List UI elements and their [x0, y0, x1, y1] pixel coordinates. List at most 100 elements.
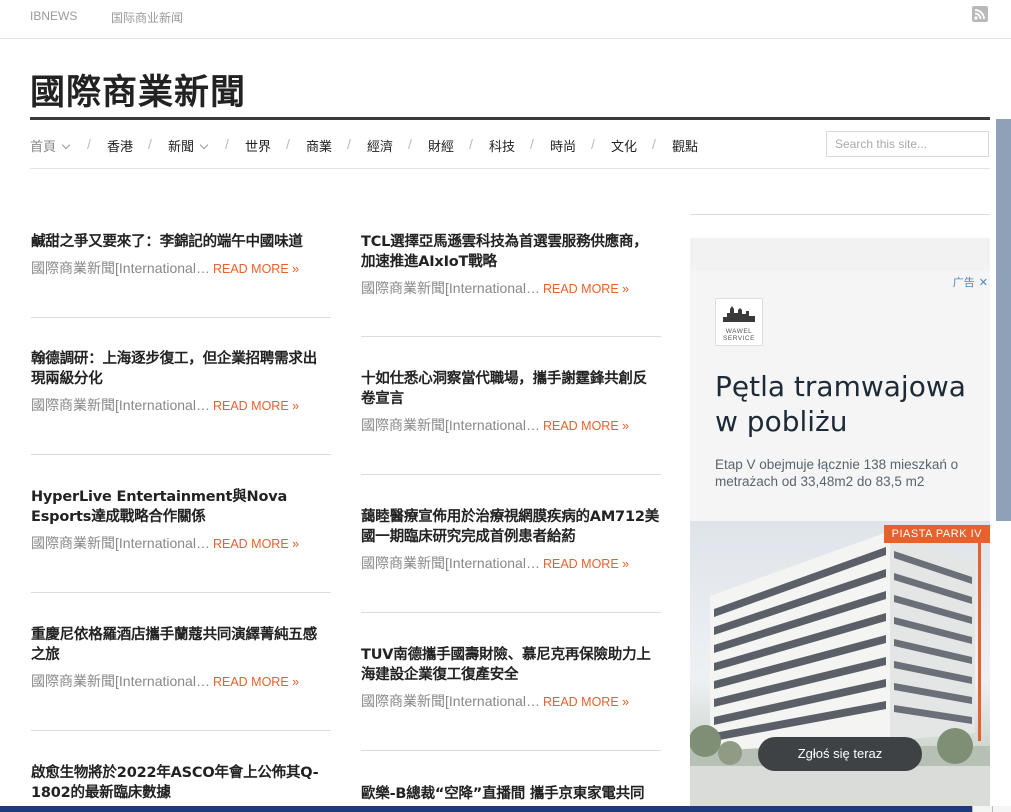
- post-title[interactable]: TUV南德攜手國壽財險、慕尼克再保險助力上海建設企業復工復產安全: [361, 645, 661, 685]
- read-more-link[interactable]: READ MORE »: [543, 419, 629, 433]
- nav-item-fashion[interactable]: 時尚: [550, 136, 576, 155]
- post-title[interactable]: 重慶尼依格羅酒店攜手蘭蔻共同演繹菁純五感之旅: [31, 625, 331, 665]
- post-title[interactable]: 歐樂-B總裁“空降”直播間 攜手京東家電共同: [361, 784, 661, 804]
- post-title[interactable]: TCL選擇亞馬遜雲科技為首選雲服務供應商，加速推進AIxIoT戰略: [361, 232, 661, 272]
- post-divider: [31, 317, 331, 318]
- nav-item-label: 新聞: [168, 139, 195, 154]
- post-excerpt-text: 國際商業新聞[International…: [361, 555, 540, 571]
- read-more-link[interactable]: READ MORE »: [543, 282, 629, 296]
- chevron-down-icon: [199, 140, 209, 150]
- nav-item-business[interactable]: 商業: [306, 136, 332, 155]
- post-divider: [31, 730, 331, 731]
- read-more-link[interactable]: READ MORE »: [213, 675, 299, 689]
- ad-body: Etap V obejmuje łącznie 138 mieszkań o m…: [715, 457, 959, 489]
- post-excerpt: 國際商業新聞[International… READ MORE »: [31, 259, 331, 278]
- top-link-ibnews[interactable]: IBNEWS: [30, 9, 77, 23]
- read-more-link[interactable]: READ MORE »: [543, 695, 629, 709]
- castle-icon: [723, 306, 755, 322]
- post-excerpt: 國際商業新聞[International… READ MORE »: [31, 534, 331, 553]
- nav-separator: /: [652, 136, 656, 152]
- nav-item-opinion[interactable]: 觀點: [672, 136, 698, 155]
- side-scroll-strip: [996, 119, 1011, 521]
- read-more-link[interactable]: READ MORE »: [213, 399, 299, 413]
- rss-icon[interactable]: [972, 6, 988, 22]
- top-link-chinese[interactable]: 国际商业新闻: [111, 9, 183, 26]
- nav-item-world[interactable]: 世界: [245, 136, 271, 155]
- post-title[interactable]: 啟愈生物將於2022年ASCO年會上公佈其Q-1802的最新臨床數據: [31, 763, 331, 803]
- bottom-bar-block: [972, 806, 992, 812]
- advertisement[interactable]: WAWEL SERVICE Pętla tramwajowa w pobliżu…: [690, 238, 990, 808]
- post-excerpt: 國際商業新聞[International… READ MORE »: [361, 692, 661, 711]
- bottom-bar-block: [992, 806, 1011, 812]
- nav-item-tech[interactable]: 科技: [489, 136, 515, 155]
- post-item: 鹹甜之爭又要來了：李錦記的端午中國味道 國際商業新聞[International…: [31, 232, 331, 278]
- post-title[interactable]: HyperLive Entertainment與Nova Esports達成戰略…: [31, 487, 331, 527]
- top-bar: IBNEWS 国际商业新闻: [0, 0, 1011, 39]
- post-divider: [361, 336, 661, 337]
- post-excerpt-text: 國際商業新聞[International…: [31, 673, 210, 689]
- nav-item-culture[interactable]: 文化: [611, 136, 637, 155]
- nav-separator: /: [148, 136, 152, 152]
- post-divider: [361, 474, 661, 475]
- site-title[interactable]: 國際商業新聞: [30, 64, 246, 115]
- ad-logo-text-2: SERVICE: [723, 335, 755, 342]
- post-item: TUV南德攜手國壽財險、慕尼克再保險助力上海建設企業復工復產安全 國際商業新聞[…: [361, 645, 661, 711]
- nav-separator: /: [591, 136, 595, 152]
- post-title[interactable]: 鹹甜之爭又要來了：李錦記的端午中國味道: [31, 232, 331, 252]
- post-item: 啟愈生物將於2022年ASCO年會上公佈其Q-1802的最新臨床數據: [31, 763, 331, 803]
- ad-logo-text-1: WAWEL: [725, 328, 753, 335]
- read-more-link[interactable]: READ MORE »: [213, 262, 299, 276]
- post-excerpt: 國際商業新聞[International… READ MORE »: [31, 672, 331, 691]
- post-excerpt-text: 國際商業新聞[International…: [31, 397, 210, 413]
- nav-item-economy[interactable]: 經濟: [367, 136, 393, 155]
- post-excerpt: 國際商業新聞[International… READ MORE »: [31, 396, 331, 415]
- search-input[interactable]: [826, 131, 989, 157]
- nav-item-label: 首頁: [30, 139, 57, 154]
- post-item: 翰德調研：上海逐步復工，但企業招聘需求出現兩級分化 國際商業新聞[Interna…: [31, 349, 331, 415]
- nav-separator: /: [469, 136, 473, 152]
- read-more-link[interactable]: READ MORE »: [213, 537, 299, 551]
- post-excerpt-text: 國際商業新聞[International…: [31, 535, 210, 551]
- nav-separator: /: [87, 136, 91, 152]
- nav-item-home[interactable]: 首頁: [30, 136, 71, 155]
- read-more-link[interactable]: READ MORE »: [543, 557, 629, 571]
- ad-content[interactable]: WAWEL SERVICE Pętla tramwajowa w pobliżu…: [690, 271, 990, 808]
- nav-separator: /: [530, 136, 534, 152]
- post-excerpt: 國際商業新聞[International… READ MORE »: [361, 279, 661, 298]
- post-excerpt-text: 國際商業新聞[International…: [361, 693, 540, 709]
- post-item: 重慶尼依格羅酒店攜手蘭蔻共同演繹菁純五感之旅 國際商業新聞[Internatio…: [31, 625, 331, 691]
- sidebar-divider: [690, 214, 990, 215]
- nav-item-finance[interactable]: 財經: [428, 136, 454, 155]
- ad-label[interactable]: 广告 ✕: [953, 274, 988, 290]
- post-divider: [31, 454, 331, 455]
- nav-separator: /: [408, 136, 412, 152]
- close-icon[interactable]: ✕: [979, 277, 988, 289]
- ad-label-text: 广告: [952, 277, 975, 289]
- post-divider: [31, 592, 331, 593]
- bottom-bar: [0, 806, 1011, 812]
- post-title[interactable]: 翰德調研：上海逐步復工，但企業招聘需求出現兩級分化: [31, 349, 331, 389]
- main-nav: 首頁 / 香港 / 新聞 / 世界 / 商業 / 經濟 / 財經 / 科技 / …: [30, 120, 990, 169]
- post-item: 十如仕悉心洞察當代職場，攜手謝霆鋒共創反卷宣言 國際商業新聞[Internati…: [361, 369, 661, 435]
- post-excerpt: 國際商業新聞[International… READ MORE »: [361, 416, 661, 435]
- post-divider: [361, 612, 661, 613]
- nav-item-news[interactable]: 新聞: [168, 136, 209, 155]
- nav-separator: /: [286, 136, 290, 152]
- post-excerpt-text: 國際商業新聞[International…: [31, 260, 210, 276]
- post-excerpt-text: 國際商業新聞[International…: [361, 417, 540, 433]
- ad-headline[interactable]: Pętla tramwajowa w pobliżu: [715, 369, 985, 439]
- post-excerpt: 國際商業新聞[International… READ MORE »: [361, 554, 661, 573]
- post-title[interactable]: 十如仕悉心洞察當代職場，攜手謝霆鋒共創反卷宣言: [361, 369, 661, 409]
- nav-separator: /: [225, 136, 229, 152]
- nav-item-hongkong[interactable]: 香港: [107, 136, 133, 155]
- post-item: HyperLive Entertainment與Nova Esports達成戰略…: [31, 487, 331, 553]
- chevron-down-icon: [61, 140, 71, 150]
- ad-logo: WAWEL SERVICE: [715, 298, 763, 346]
- post-item: 藹睦醫療宣佈用於治療視網膜疾病的AM712美國一期臨床研究完成首例患者給葯 國際…: [361, 507, 661, 573]
- post-excerpt-text: 國際商業新聞[International…: [361, 280, 540, 296]
- post-item: 歐樂-B總裁“空降”直播間 攜手京東家電共同: [361, 784, 661, 804]
- post-title[interactable]: 藹睦醫療宣佈用於治療視網膜疾病的AM712美國一期臨床研究完成首例患者給葯: [361, 507, 661, 547]
- post-divider: [361, 750, 661, 751]
- post-item: TCL選擇亞馬遜雲科技為首選雲服務供應商，加速推進AIxIoT戰略 國際商業新聞…: [361, 232, 661, 298]
- ad-cta-button[interactable]: Zgłoś się teraz: [758, 737, 922, 771]
